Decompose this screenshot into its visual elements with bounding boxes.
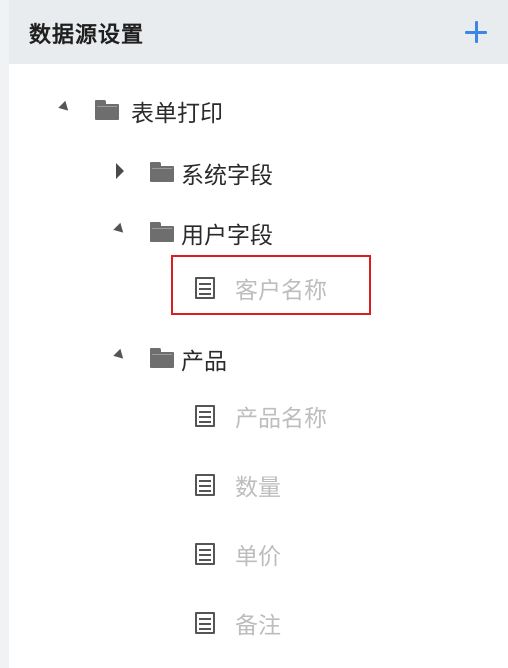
folder-icon [150,162,174,182]
folder-icon [150,348,174,368]
tree-node-label: 表单打印 [131,101,223,127]
panel-title: 数据源设置 [29,23,145,48]
folder-icon [150,222,174,242]
caret-down-icon[interactable] [113,222,127,237]
field-label: 备注 [235,613,281,639]
caret-right-icon[interactable] [116,163,124,179]
field-label: 单价 [235,544,281,570]
field-list-icon [195,612,215,634]
field-list-icon [195,543,215,565]
tree-node-label: 用户字段 [181,223,273,249]
tree-node-label: 系统字段 [181,163,273,189]
field-list-icon [195,277,215,299]
left-border [0,0,9,668]
field-label: 数量 [235,475,281,501]
panel-header: 数据源设置 [9,0,508,64]
caret-down-icon[interactable] [58,100,72,115]
field-list-icon [195,474,215,496]
folder-icon [95,100,119,120]
add-datasource-button[interactable] [463,19,489,45]
caret-down-icon[interactable] [113,348,127,363]
datasource-panel: 数据源设置 表单打印 系统字段 用户字段 客户名称 产品 产品名称 数量 单价 … [0,0,508,668]
field-label: 产品名称 [235,406,327,432]
field-list-icon [195,405,215,427]
field-label: 客户名称 [235,278,327,304]
tree-node-label: 产品 [181,349,227,375]
